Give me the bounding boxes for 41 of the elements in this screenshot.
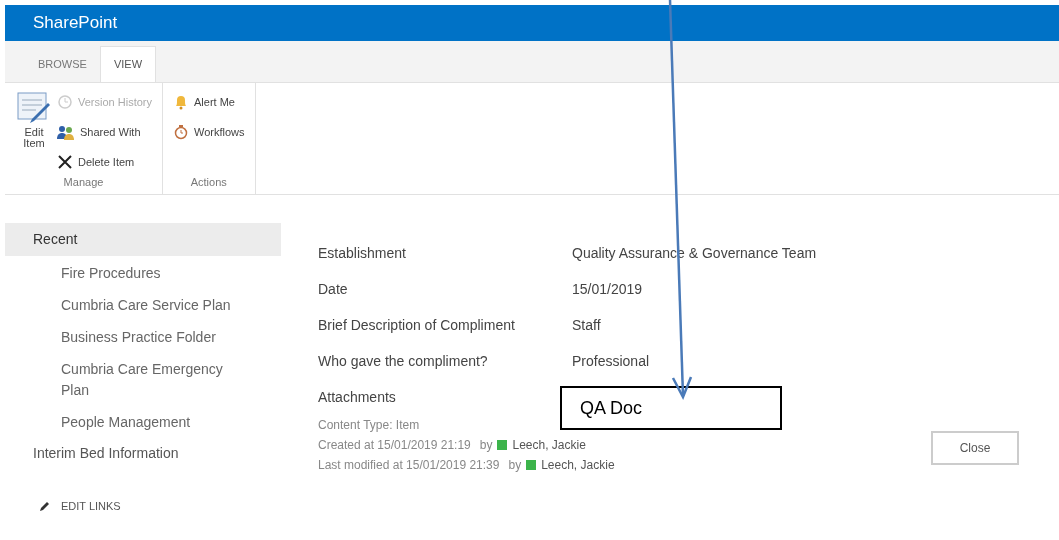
ribbon-group-label: Actions: [189, 174, 228, 190]
ribbon-tab[interactable]: BROWSE: [25, 46, 100, 82]
ribbon-tab[interactable]: VIEW: [99, 46, 157, 82]
field-value: Professional: [572, 351, 650, 371]
ribbon-button[interactable]: Alert Me: [173, 91, 245, 113]
field-label: Attachments: [318, 387, 397, 407]
nav-link[interactable]: Cumbria Care Emergency Plan: [61, 359, 241, 401]
x-icon: [57, 154, 73, 170]
nav-link[interactable]: People Management: [61, 412, 241, 433]
people-icon: [57, 124, 75, 140]
field-label: Establishment: [318, 243, 407, 263]
edit-item-button[interactable]: Edit Item: [15, 91, 53, 174]
app-title[interactable]: SharePoint: [33, 10, 118, 36]
nav-link[interactable]: Fire Procedures: [61, 263, 241, 284]
ribbon-button[interactable]: Shared With: [57, 121, 152, 143]
nav-link[interactable]: Business Practice Folder: [61, 327, 241, 348]
by-text: by: [479, 437, 493, 454]
pencil-icon: [39, 500, 51, 513]
content-type-text: Content Type: Item: [318, 417, 421, 434]
close-button[interactable]: Close: [931, 431, 1019, 465]
timestamp-text: Last modified at 15/01/2019 21:39: [318, 457, 500, 474]
field-label: Who gave the compliment?: [318, 351, 489, 371]
field-value: Staff: [572, 315, 601, 335]
ribbon-group-label: Manage: [62, 174, 105, 190]
edit-links-button[interactable]: EDIT LINKS: [5, 498, 121, 515]
by-text: by: [508, 457, 522, 474]
nav-link[interactable]: Cumbria Care Service Plan: [61, 295, 241, 316]
field-label: Date: [318, 279, 349, 299]
bell-icon: [173, 94, 189, 110]
timestamp-text: Created at 15/01/2019 21:19: [318, 437, 471, 454]
user-link[interactable]: Leech, Jackie: [541, 455, 615, 475]
field-value: 15/01/2019: [572, 279, 643, 299]
stopwatch-icon: [173, 124, 189, 140]
ribbon-button[interactable]: Delete Item: [57, 151, 152, 173]
ribbon-button[interactable]: Workflows: [173, 121, 245, 143]
nav-link[interactable]: Recent: [5, 223, 281, 256]
user-link[interactable]: Leech, Jackie: [512, 435, 586, 455]
annotation-callout: QA Doc: [560, 386, 782, 430]
nav-link[interactable]: Interim Bed Information: [5, 437, 281, 470]
clock-icon: [57, 94, 73, 110]
field-label: Brief Description of Compliment: [318, 315, 516, 335]
